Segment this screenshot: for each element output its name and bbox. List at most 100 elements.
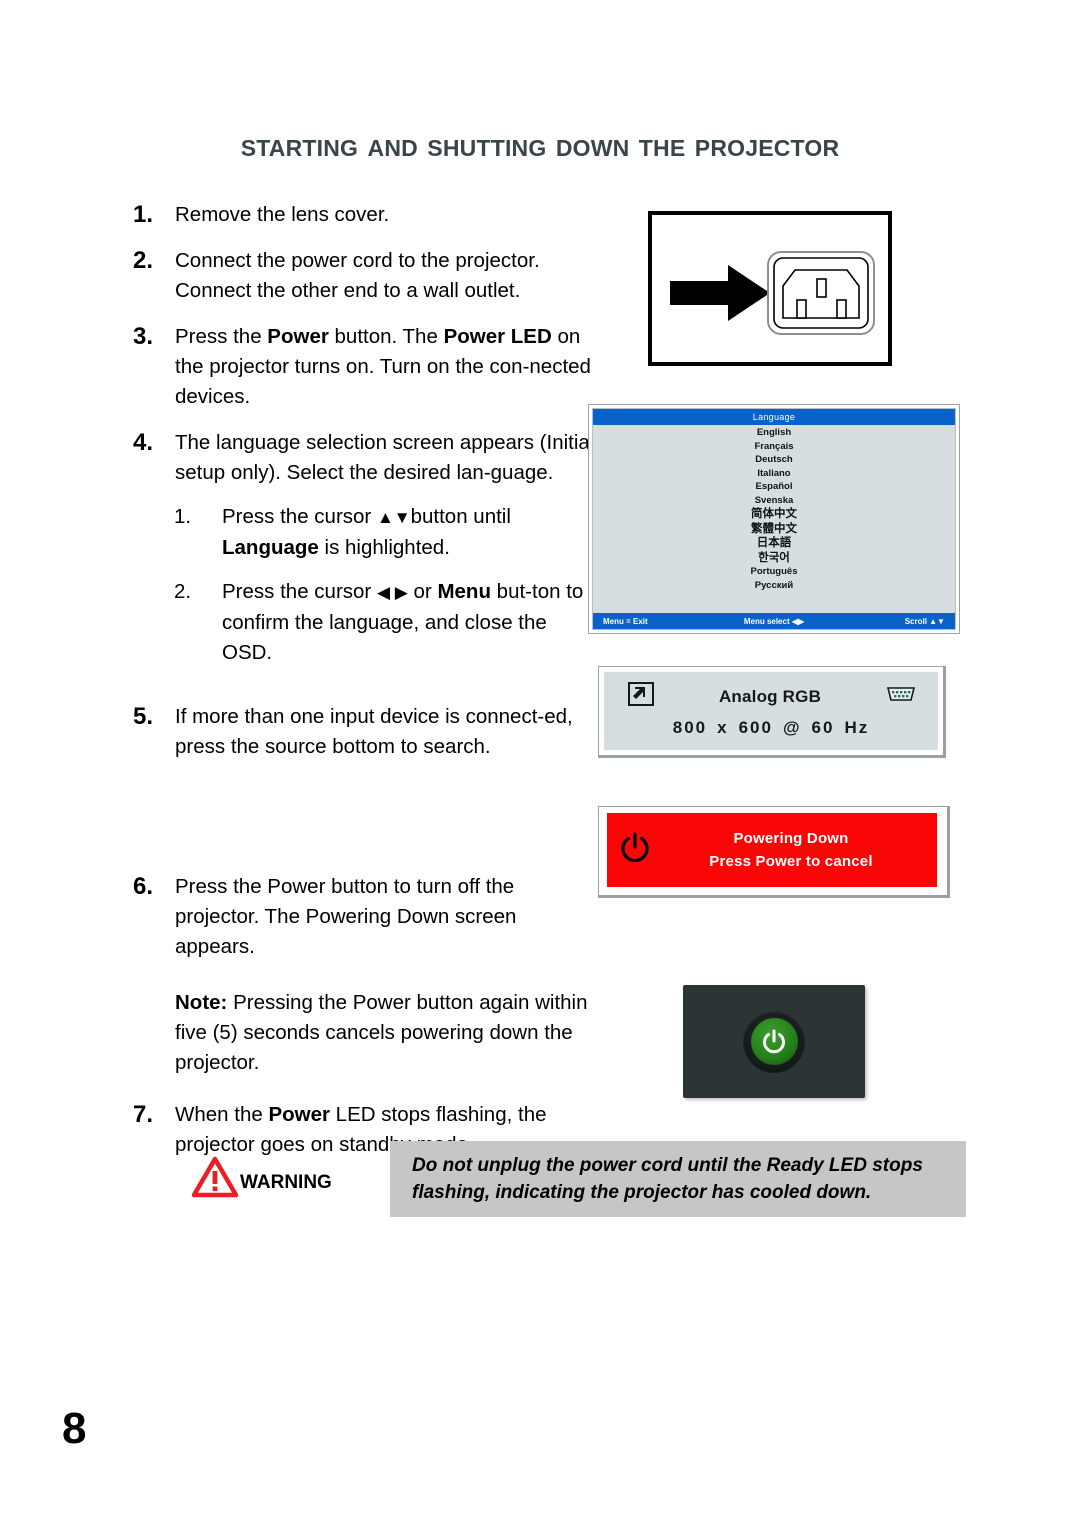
- osd-language-item[interactable]: 日本語: [757, 536, 792, 551]
- note-block: Note: Pressing the Power button again wi…: [175, 988, 598, 1078]
- source-input-icon: [628, 682, 654, 711]
- step-item-3: 3. Press the Power button. The Power LED…: [128, 322, 598, 412]
- osd-language-list: English Français Deutsch Italiano Españo…: [593, 425, 955, 613]
- resolution-separator: x: [717, 718, 729, 737]
- warning-message: Do not unplug the power cord until the R…: [390, 1141, 966, 1217]
- substep-text: Press the cursor ▲▼button until Language…: [222, 502, 598, 563]
- osd-footer-select-hint: Menu select ◀▶: [743, 616, 805, 626]
- warning-label: Warning: [240, 1163, 332, 1194]
- powering-down-messages: Powering Down Press Power to cancel: [663, 827, 937, 873]
- osd-language-item[interactable]: 简体中文: [751, 507, 797, 522]
- resolution-width: 800: [672, 718, 708, 737]
- step-text: Press the Power button. The Power LED on…: [175, 322, 598, 412]
- substep-number: 1.: [174, 505, 192, 528]
- osd-language-item[interactable]: 한국어: [758, 551, 790, 566]
- right-arrow-icon: [670, 265, 770, 326]
- powering-down-panel: Powering Down Press Power to cancel: [607, 813, 937, 887]
- osd-language-item[interactable]: Русский: [755, 579, 793, 593]
- source-info-header-row: Analog RGB: [604, 672, 938, 711]
- warning-message-line: flashing, indicating the projector has c…: [412, 1182, 872, 1203]
- osd-footer-scroll-hint: Scroll ▲▼: [904, 616, 945, 626]
- power-button-led[interactable]: [750, 1018, 798, 1065]
- step-text: Remove the lens cover.: [175, 200, 598, 230]
- page-number: 8: [62, 1404, 87, 1453]
- substeps-list: 1. Press the cursor ▲▼button until Langu…: [174, 502, 598, 668]
- power-icon: [607, 831, 663, 869]
- osd-title: Language: [593, 409, 955, 425]
- refresh-unit: Hz: [844, 718, 870, 737]
- osd-language-item[interactable]: Español: [756, 480, 793, 494]
- vga-connector-icon: [886, 685, 916, 708]
- source-info-osd-screenshot: Analog RGB 800 x 600 @60 Hz: [598, 666, 946, 758]
- step-text-emphasis: Power: [268, 1103, 330, 1126]
- note-label: Note:: [175, 991, 228, 1014]
- osd-footer-exit-hint: Menu = Exit: [603, 616, 648, 626]
- warning-message-line: Do not unplug the power cord until the R…: [412, 1155, 923, 1176]
- substep-text: Press the cursor ◀ ▶ or Menu but-ton to …: [222, 577, 598, 668]
- substep-text-segment: Press the cursor: [222, 505, 377, 528]
- step-item-6: 6. Press the Power button to turn off th…: [128, 872, 598, 1078]
- osd-language-item[interactable]: Français: [754, 440, 793, 454]
- osd-footer-bar: Menu = Exit Menu select ◀▶ Scroll ▲▼: [593, 613, 955, 629]
- instruction-steps-list: 1. Remove the lens cover. 2. Connect the…: [128, 200, 598, 1176]
- step-number: 2.: [133, 247, 154, 274]
- step-text-segment: Press the: [175, 325, 268, 348]
- step-item-2: 2. Connect the power cord to the project…: [128, 246, 598, 306]
- warning-triangle-icon: [191, 1156, 239, 1203]
- note-text: Pressing the Power button again within f…: [175, 991, 588, 1074]
- osd-language-item[interactable]: Svenska: [755, 494, 794, 508]
- refresh-at-symbol: @: [782, 718, 802, 737]
- step-text: Connect the power cord to the projector.…: [175, 246, 598, 306]
- osd-language-item[interactable]: Deutsch: [755, 453, 792, 467]
- substep-text-emphasis: Menu: [437, 580, 491, 603]
- step-number: 5.: [133, 703, 154, 730]
- powering-down-osd-screenshot: Powering Down Press Power to cancel: [598, 806, 950, 898]
- source-info-panel: Analog RGB 800 x 600 @60 Hz: [604, 672, 938, 750]
- substep-text-segment: is highlighted.: [318, 536, 450, 559]
- step-text-segment: button. The: [328, 325, 444, 348]
- osd-language-item[interactable]: English: [757, 426, 791, 440]
- step-number: 3.: [133, 323, 154, 350]
- power-button-bezel: [743, 1010, 805, 1073]
- substep-text-segment: button until: [410, 505, 511, 528]
- step-text-segment: Connect the power cord to the projector.…: [175, 249, 540, 302]
- powering-down-title: Powering Down: [733, 830, 849, 847]
- osd-language-item[interactable]: Português: [751, 565, 798, 579]
- step-text-emphasis: Power LED: [443, 325, 552, 348]
- substep-text-emphasis: Language: [222, 536, 319, 559]
- source-name-label: Analog RGB: [718, 686, 822, 706]
- step-number: 4.: [133, 429, 154, 456]
- powering-down-subtitle: Press Power to cancel: [709, 853, 873, 870]
- osd-panel: Language English Français Deutsch Italia…: [592, 408, 956, 630]
- cursor-up-down-icon: ▲▼: [376, 508, 411, 527]
- step-number: 6.: [133, 873, 154, 900]
- step-number: 7.: [133, 1101, 154, 1128]
- step-text-segment: The language selection screen appears (I…: [175, 431, 595, 484]
- power-inlet-diagram: [648, 211, 892, 366]
- substep-item-2: 2. Press the cursor ◀ ▶ or Menu but-ton …: [174, 577, 598, 668]
- step-text-segment: If more than one input device is connect…: [175, 705, 573, 758]
- step-text: If more than one input device is connect…: [175, 702, 598, 762]
- step-item-4: 4. The language selection screen appears…: [128, 428, 598, 488]
- step-number: 1.: [133, 201, 154, 228]
- step-item-5: 5. If more than one input device is conn…: [128, 702, 598, 762]
- resolution-height: 600: [738, 718, 773, 737]
- warning-label-group: Warning: [186, 1141, 390, 1217]
- step-item-1: 1. Remove the lens cover.: [128, 200, 598, 230]
- step-text-segment: When the: [175, 1103, 269, 1126]
- step-text-emphasis: Power: [267, 325, 329, 348]
- osd-language-item[interactable]: Italiano: [757, 467, 790, 481]
- page-title: Starting and Shutting Down the Projector: [240, 126, 840, 163]
- cursor-left-right-icon: ◀ ▶: [376, 583, 408, 602]
- step-text-segment: Remove the lens cover.: [175, 203, 390, 226]
- substep-number: 2.: [174, 580, 192, 603]
- projector-power-button-photo: [683, 985, 865, 1098]
- power-icon: [763, 1029, 785, 1053]
- step-text: Press the Power button to turn off the p…: [175, 872, 598, 1078]
- warning-callout: Warning Do not unplug the power cord unt…: [186, 1141, 966, 1217]
- osd-language-item[interactable]: 繁體中文: [751, 522, 797, 537]
- substep-text-segment: or: [407, 580, 438, 603]
- source-resolution-row: 800 x 600 @60 Hz: [604, 711, 938, 738]
- refresh-rate: 60: [811, 718, 835, 737]
- iec-power-inlet-icon: [766, 250, 876, 336]
